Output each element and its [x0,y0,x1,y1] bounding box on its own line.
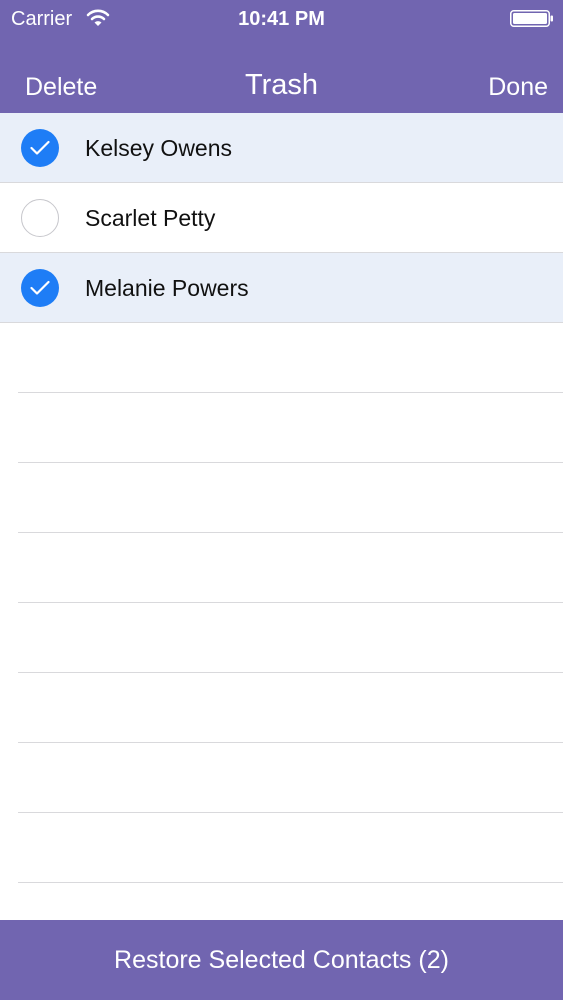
done-button[interactable]: Done [488,72,548,102]
contact-list: Kelsey Owens Scarlet Petty Melanie Power… [0,113,563,920]
battery-icon [510,10,553,27]
contact-name: Scarlet Petty [85,205,216,231]
empty-row [18,743,563,813]
navigation-bar: Delete Trash Done [0,40,563,113]
empty-row [18,813,563,883]
contact-row-scarlet-petty[interactable]: Scarlet Petty [0,183,563,253]
checkmark-selected-icon[interactable] [21,269,59,307]
page-title: Trash [244,69,319,101]
empty-row [18,673,563,743]
header: Carrier 10:41 PM Delete Trash Done [0,0,563,113]
contact-row-kelsey-owens[interactable]: Kelsey Owens [0,113,563,183]
trash-screen: Carrier 10:41 PM Delete Trash Done Kelse… [0,0,563,1000]
restore-selected-button[interactable]: Restore Selected Contacts (2) [0,920,563,1000]
empty-row [18,533,563,603]
contact-row-melanie-powers[interactable]: Melanie Powers [0,253,563,323]
empty-row [18,883,563,920]
clock: 10:41 PM [238,8,325,30]
empty-row [18,323,563,393]
empty-row [18,393,563,463]
unchecked-circle-icon[interactable] [21,199,59,237]
status-bar: Carrier 10:41 PM [0,0,563,40]
contact-name: Kelsey Owens [85,135,233,161]
empty-row [18,603,563,673]
contact-name: Melanie Powers [85,275,249,301]
empty-row [18,463,563,533]
checkmark-selected-icon[interactable] [21,129,59,167]
